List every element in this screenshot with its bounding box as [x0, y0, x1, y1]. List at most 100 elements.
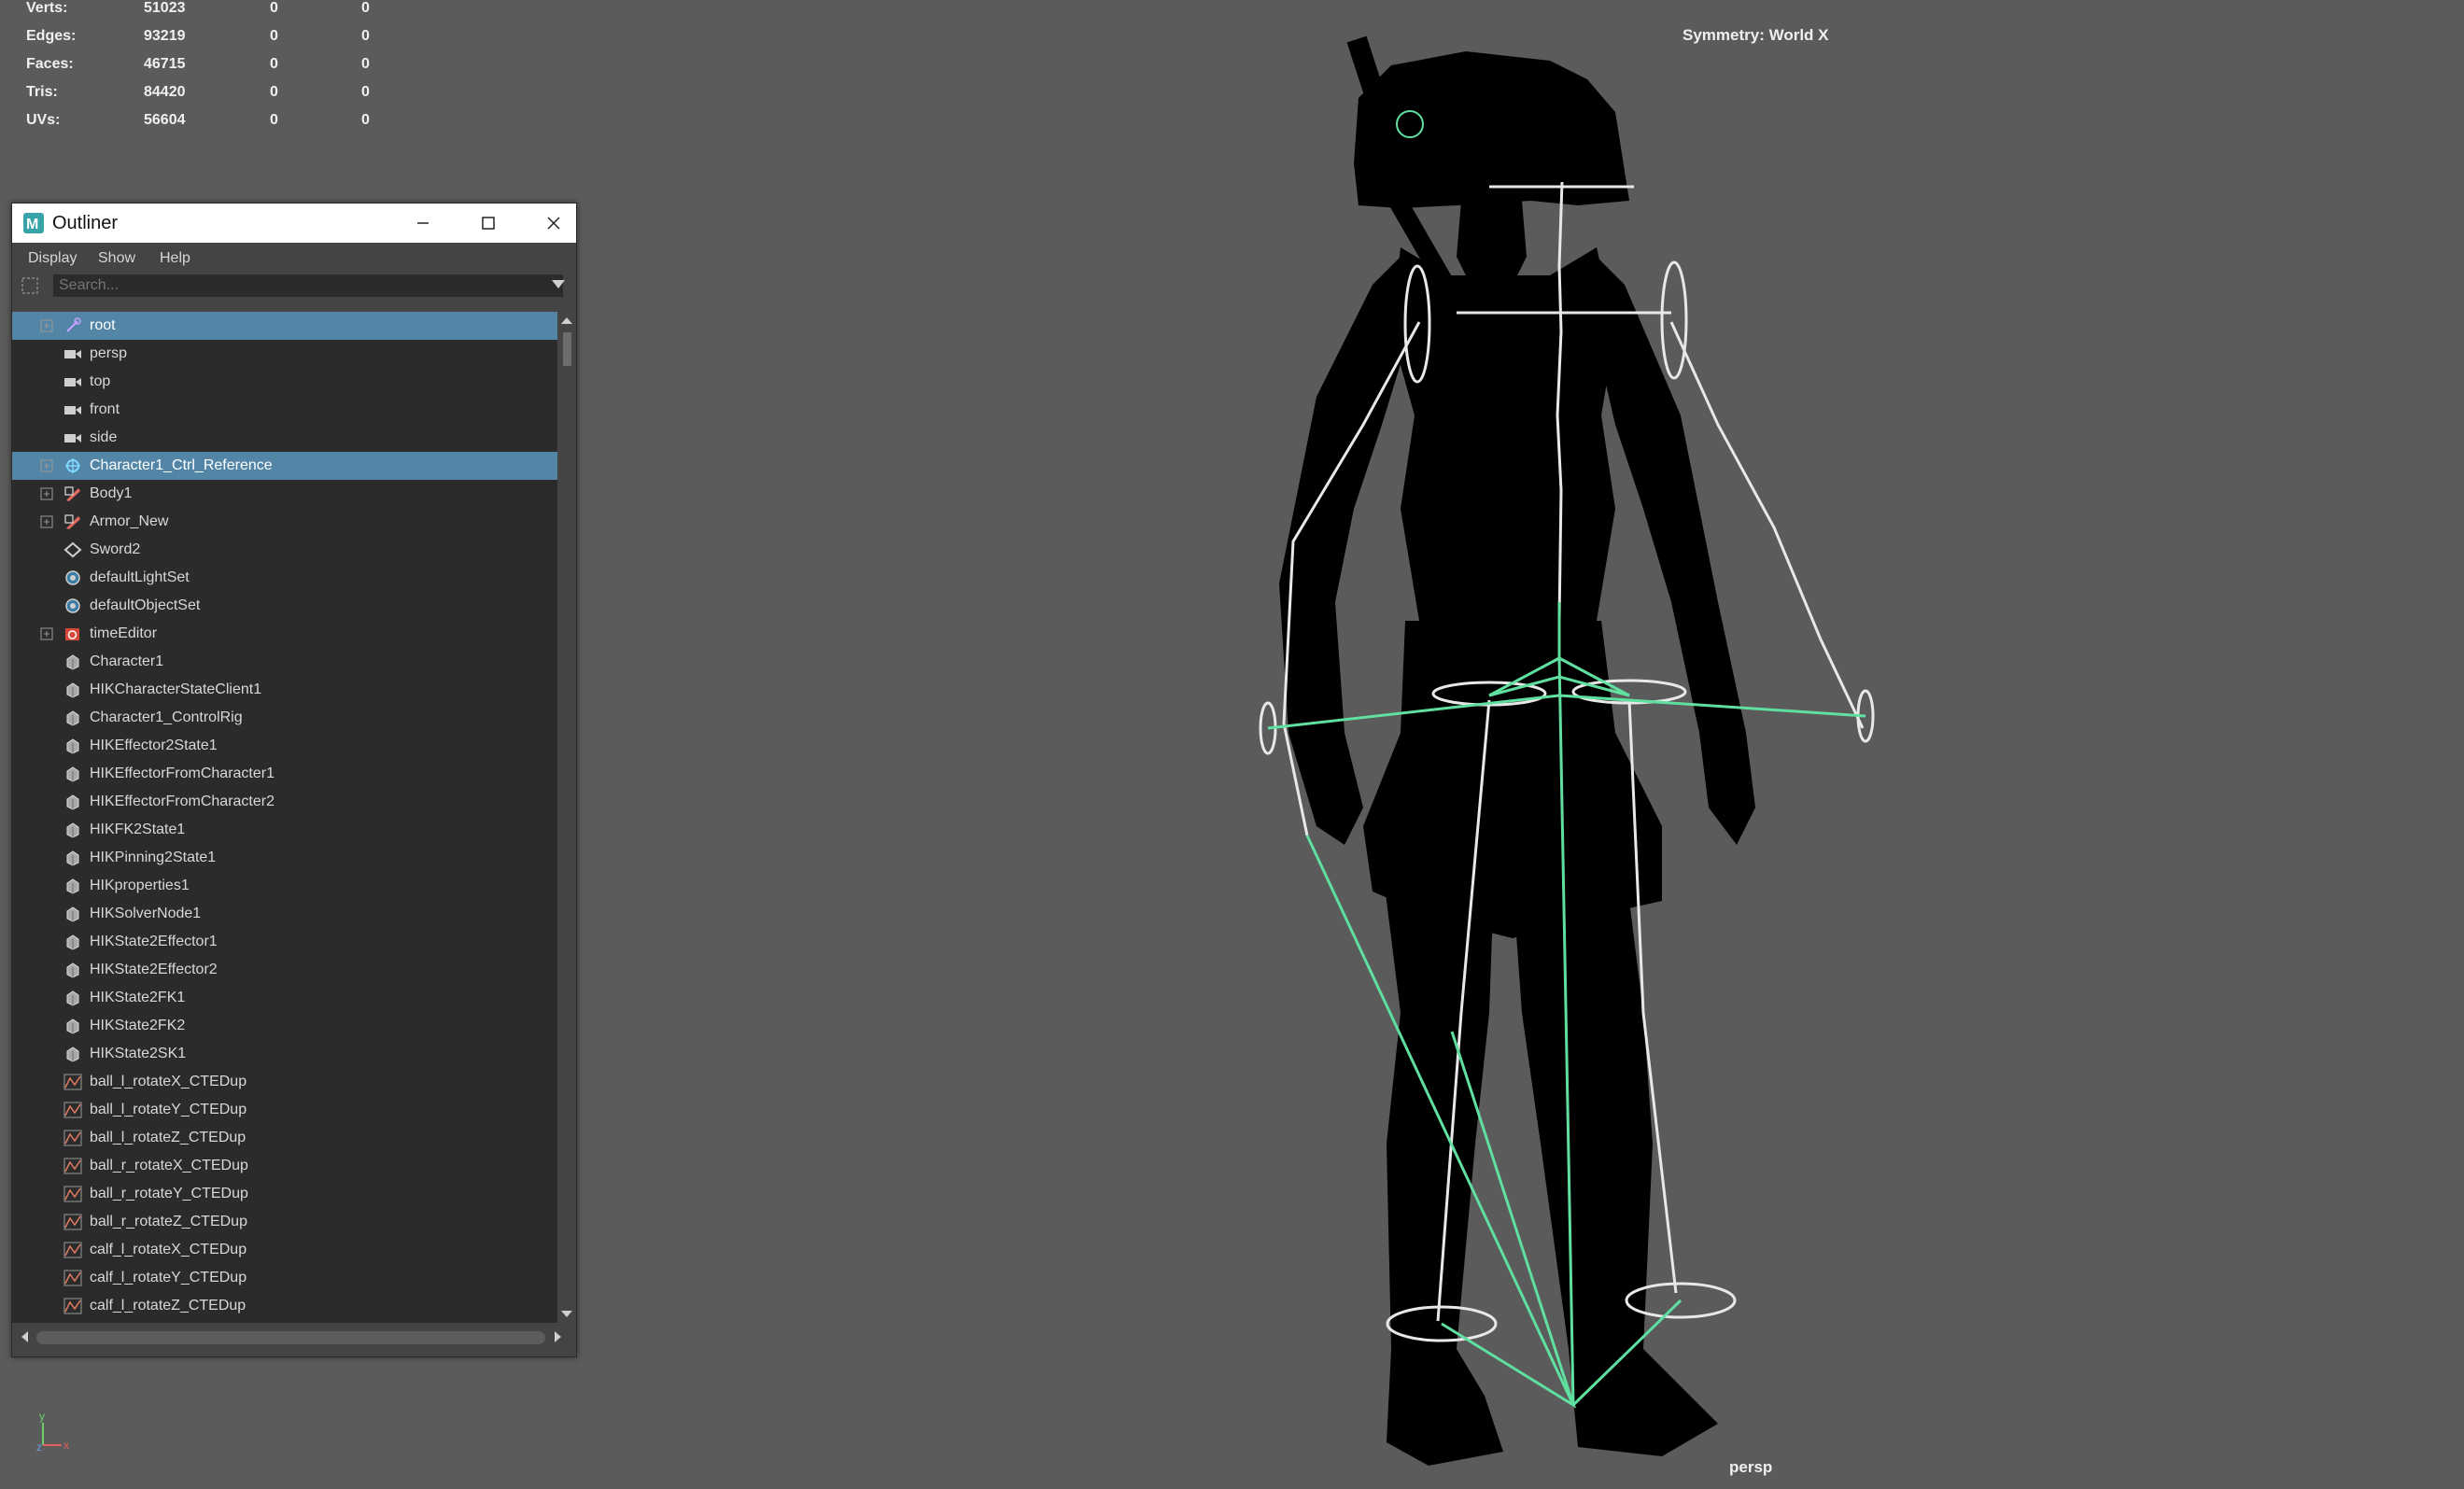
stat-value: 51023 [144, 0, 186, 16]
outliner-item[interactable]: timeEditor [12, 620, 557, 648]
outliner-item[interactable]: Character1_ControlRig [12, 704, 557, 732]
shoulder-ctrl-right [1660, 260, 1688, 380]
outliner-titlebar[interactable]: M Outliner [12, 204, 576, 243]
outliner-item[interactable]: HIKCharacterStateClient1 [12, 676, 557, 704]
outliner-item-label: ball_l_rotateX_CTEDup [90, 1074, 247, 1089]
character-scene[interactable] [1176, 23, 1923, 1480]
outliner-item[interactable]: Sword2 [12, 536, 557, 564]
scroll-left-icon[interactable] [18, 1328, 31, 1347]
expand-icon[interactable] [40, 459, 53, 472]
outliner-item[interactable]: Body1 [12, 480, 557, 508]
outliner-item-label: Armor_New [90, 513, 169, 529]
outliner-item[interactable]: ball_l_rotateX_CTEDup [12, 1068, 557, 1096]
outliner-item[interactable]: calf_l_rotateZ_CTEDup [12, 1292, 557, 1320]
expand-icon[interactable] [40, 515, 53, 528]
stat-component-value: 0 [361, 28, 370, 44]
outliner-item-label: timeEditor [90, 625, 158, 641]
node-icon [63, 1046, 82, 1062]
mesh-group-icon [63, 485, 82, 502]
outliner-item-label: HIKState2FK1 [90, 990, 186, 1005]
outliner-item[interactable]: HIKEffectorFromCharacter2 [12, 788, 557, 816]
outliner-item-label: HIKState2Effector2 [90, 962, 218, 977]
left-leg [1382, 864, 1503, 1466]
horizontal-scrollbar[interactable] [12, 1323, 576, 1355]
scroll-down-icon[interactable] [557, 1308, 576, 1321]
search-input[interactable] [53, 274, 563, 297]
outliner-item[interactable]: HIKState2Effector1 [12, 928, 557, 956]
outliner-item-label: HIKPinning2State1 [90, 850, 217, 865]
chevron-down-icon[interactable] [552, 280, 565, 289]
outliner-item-label: ball_r_rotateZ_CTEDup [90, 1214, 247, 1229]
hik-reference-icon [63, 457, 82, 474]
outliner-item-label: calf_l_rotateZ_CTEDup [90, 1298, 246, 1313]
anim-curve-icon [63, 1270, 82, 1286]
outliner-item[interactable]: HIKEffector2State1 [12, 732, 557, 760]
outliner-item[interactable]: defaultLightSet [12, 564, 557, 592]
outliner-item-label: front [90, 401, 120, 417]
stat-component-value: 0 [361, 112, 370, 128]
outliner-item[interactable]: Armor_New [12, 508, 557, 536]
search-filter-icon[interactable] [21, 276, 41, 295]
outliner-item[interactable]: ball_r_rotateX_CTEDup [12, 1152, 557, 1180]
outliner-item[interactable]: top [12, 368, 557, 396]
stat-label: Faces: [26, 56, 74, 72]
outliner-tree[interactable]: root persp top front side Character1_Ctrl_Ref… [12, 312, 557, 1323]
stat-label: Verts: [26, 0, 68, 16]
scroll-right-icon[interactable] [552, 1328, 565, 1347]
vertical-scrollbar[interactable] [557, 312, 576, 1323]
expand-icon[interactable] [40, 319, 53, 332]
axis-gizmo-icon: y x z [36, 1410, 69, 1454]
outliner-item[interactable]: Character1_Ctrl_Reference [12, 452, 557, 480]
outliner-item[interactable]: ball_l_rotateY_CTEDup [12, 1096, 557, 1124]
outliner-item[interactable]: root [12, 312, 557, 340]
outliner-item[interactable]: ball_r_rotateY_CTEDup [12, 1180, 557, 1208]
node-icon [63, 737, 82, 754]
stat-value: 46715 [144, 56, 186, 72]
stat-selected-value: 0 [270, 0, 278, 16]
outliner-item[interactable]: side [12, 424, 557, 452]
horizontal-scroll-thumb[interactable] [36, 1331, 545, 1344]
anim-curve-icon [63, 1298, 82, 1314]
anim-curve-icon [63, 1214, 82, 1230]
outliner-search-bar [12, 271, 576, 299]
svg-text:y: y [39, 1410, 45, 1423]
maximize-button[interactable] [456, 204, 521, 243]
outliner-window[interactable]: M Outliner Display Show Help root persp to… [11, 203, 577, 1357]
expand-icon[interactable] [40, 487, 53, 500]
expand-icon[interactable] [40, 627, 53, 640]
outliner-item-label: Body1 [90, 485, 133, 501]
outliner-item[interactable]: HIKState2FK1 [12, 984, 557, 1012]
outliner-item[interactable]: ball_r_rotateZ_CTEDup [12, 1208, 557, 1236]
vertical-scroll-thumb[interactable] [563, 332, 571, 366]
outliner-item[interactable]: defaultObjectSet [12, 592, 557, 620]
outliner-item[interactable]: front [12, 396, 557, 424]
close-button[interactable] [521, 204, 586, 243]
character-silhouette[interactable] [1279, 35, 1755, 1466]
scroll-up-icon[interactable] [557, 314, 576, 327]
node-icon [63, 878, 82, 894]
menu-display[interactable]: Display [28, 250, 77, 267]
stat-selected-value: 0 [270, 56, 278, 72]
outliner-item[interactable]: Character1 [12, 648, 557, 676]
menu-help[interactable]: Help [160, 250, 190, 267]
outliner-item[interactable]: calf_l_rotateX_CTEDup [12, 1236, 557, 1264]
outliner-item[interactable]: persp [12, 340, 557, 368]
menu-show[interactable]: Show [98, 250, 135, 267]
outliner-item[interactable]: HIKState2Effector2 [12, 956, 557, 984]
stat-selected-value: 0 [270, 112, 278, 128]
minimize-button[interactable] [390, 204, 456, 243]
outliner-item[interactable]: HIKSolverNode1 [12, 900, 557, 928]
outliner-item[interactable]: HIKproperties1 [12, 872, 557, 900]
outliner-item[interactable]: calf_l_rotateY_CTEDup [12, 1264, 557, 1292]
outliner-item-label: ball_r_rotateX_CTEDup [90, 1158, 248, 1173]
outliner-item[interactable]: HIKFK2State1 [12, 816, 557, 844]
camera-icon [63, 345, 82, 362]
outliner-item[interactable]: HIKEffectorFromCharacter1 [12, 760, 557, 788]
stat-value: 93219 [144, 28, 186, 44]
outliner-item-label: ball_r_rotateY_CTEDup [90, 1186, 248, 1201]
outliner-item[interactable]: ball_l_rotateZ_CTEDup [12, 1124, 557, 1152]
camera-icon [63, 429, 82, 446]
outliner-item[interactable]: HIKState2FK2 [12, 1012, 557, 1040]
outliner-item[interactable]: HIKState2SK1 [12, 1040, 557, 1068]
outliner-item[interactable]: HIKPinning2State1 [12, 844, 557, 872]
